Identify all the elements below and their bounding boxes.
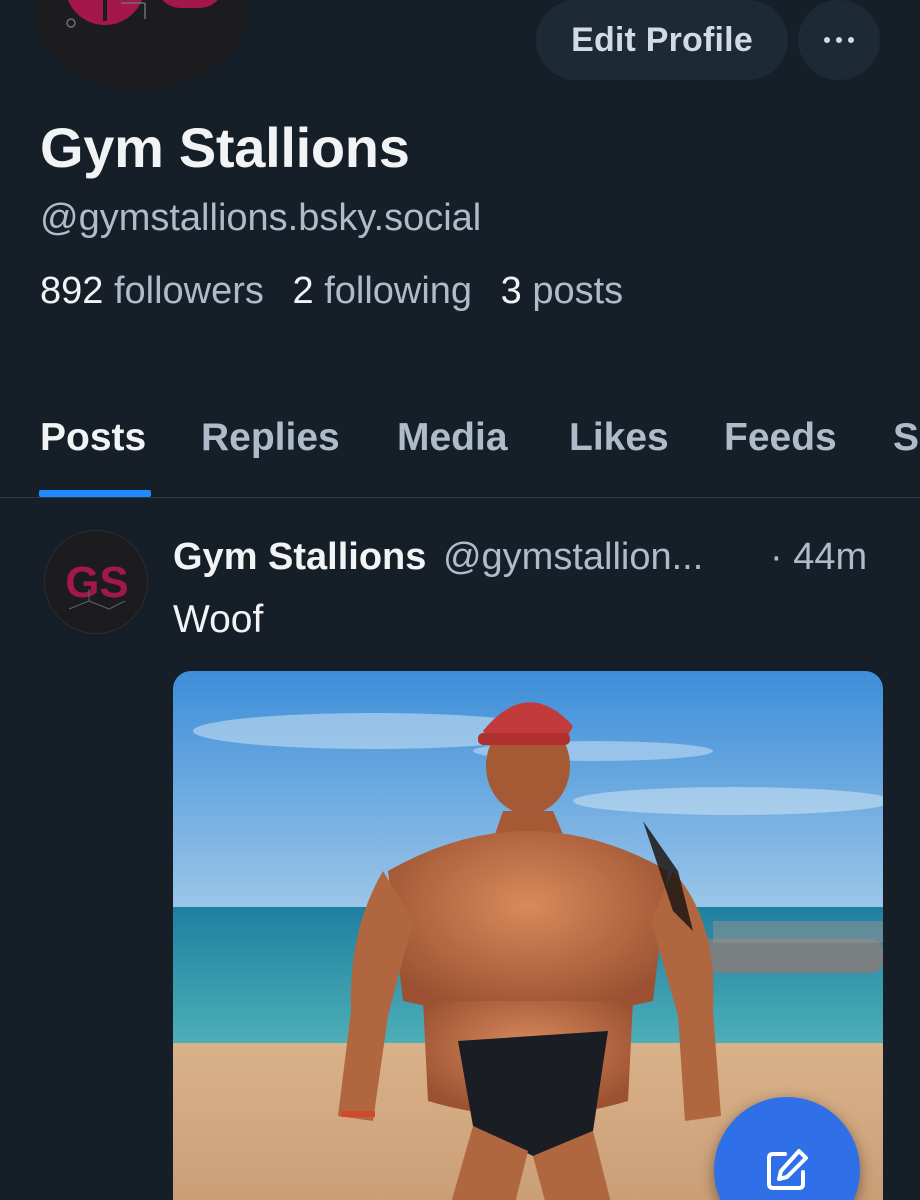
tab-replies[interactable]: Replies <box>201 416 340 460</box>
active-tab-indicator <box>39 490 151 497</box>
followers-label: followers <box>113 270 264 312</box>
followers-stat[interactable]: 892 followers <box>40 270 264 312</box>
post-header: Gym Stallions @gymstallion... <box>173 536 703 579</box>
tab-overflow[interactable]: S <box>893 416 919 460</box>
profile-avatar[interactable] <box>32 0 250 92</box>
following-stat[interactable]: 2 following <box>292 270 472 312</box>
posts-label: posts <box>532 270 624 312</box>
gs-logo-icon <box>35 0 247 89</box>
compose-icon <box>767 1149 808 1190</box>
profile-stats: 892 followers 2 following 3 posts <box>40 270 641 313</box>
profile-tabs: Posts Replies Media Likes Feeds S <box>0 400 920 498</box>
profile-handle: @gymstallions.bsky.social <box>40 197 482 239</box>
edit-profile-button[interactable]: Edit Profile <box>536 0 788 80</box>
more-options-button[interactable] <box>798 0 880 80</box>
post-avatar-logo-text: GS <box>65 558 129 607</box>
gs-logo-icon: GS <box>45 531 147 633</box>
ellipsis-icon <box>824 37 854 43</box>
profile-display-name: Gym Stallions <box>40 116 410 179</box>
followers-count: 892 <box>40 270 104 312</box>
tab-likes[interactable]: Likes <box>569 416 669 460</box>
posts-count: 3 <box>500 270 522 312</box>
following-label: following <box>324 270 473 312</box>
post-author-name[interactable]: Gym Stallions <box>173 536 426 578</box>
tab-feeds[interactable]: Feeds <box>724 416 837 460</box>
tab-media[interactable]: Media <box>397 416 508 460</box>
following-count: 2 <box>292 270 314 312</box>
post-author-handle[interactable]: @gymstallion... <box>443 536 703 578</box>
post-timestamp[interactable]: · 44m <box>770 536 867 579</box>
post-avatar[interactable]: GS <box>44 530 148 634</box>
posts-stat: 3 posts <box>501 270 624 312</box>
post-text: Woof <box>173 598 264 641</box>
tab-posts[interactable]: Posts <box>40 416 146 460</box>
